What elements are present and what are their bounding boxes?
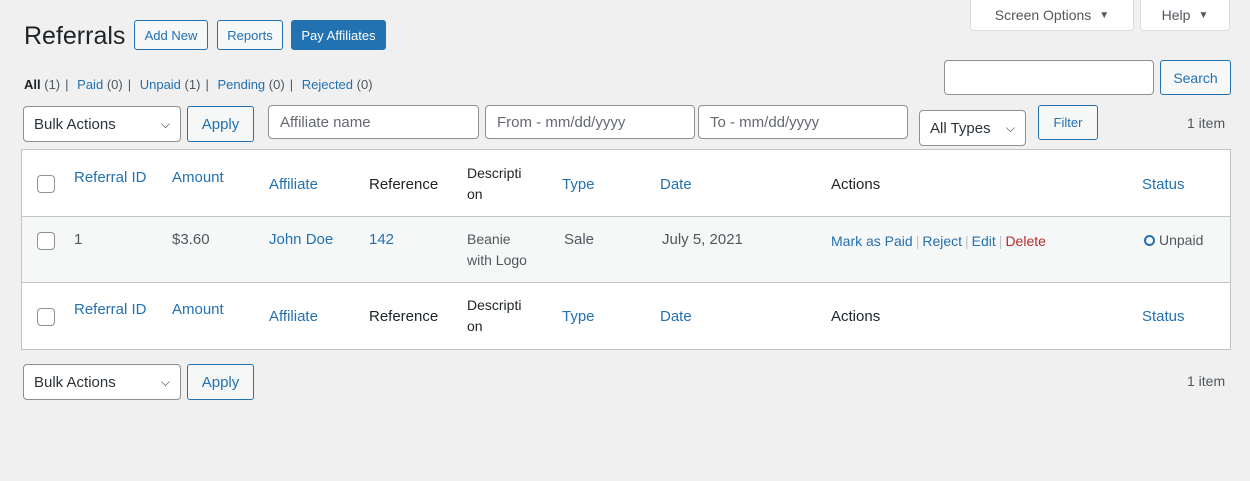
column-description-line1: Descripti: [467, 165, 522, 181]
footer-column-description-line1: Descripti: [467, 297, 522, 313]
to-date-input[interactable]: To - mm/dd/yyyy: [698, 105, 908, 139]
cell-type: Sale: [564, 231, 595, 248]
bulk-actions-bottom-value: Bulk Actions: [34, 373, 116, 391]
column-affiliate[interactable]: Affiliate: [269, 176, 318, 193]
footer-column-date[interactable]: Date: [660, 308, 692, 325]
select-all-checkbox[interactable]: [37, 175, 55, 193]
column-description-line2: on: [467, 186, 483, 202]
item-count-bottom: 1 item: [1187, 373, 1226, 389]
cell-affiliate-link[interactable]: John Doe: [269, 231, 333, 248]
filter-paid-count: (0): [106, 77, 123, 92]
filter-pending-link[interactable]: Pending: [217, 77, 265, 92]
bulk-actions-select[interactable]: Bulk Actions ⌵: [23, 106, 181, 142]
bulk-actions-value: Bulk Actions: [34, 115, 116, 133]
help-tab[interactable]: Help ▼: [1140, 0, 1230, 31]
footer-column-status[interactable]: Status: [1142, 308, 1185, 325]
status-filter-links: All (1) | Paid (0) | Unpaid (1) | Pending (…: [24, 77, 373, 92]
caret-down-icon: ▼: [1099, 9, 1110, 21]
type-select-value: All Types: [930, 119, 991, 137]
filter-all-link[interactable]: All: [24, 77, 41, 92]
footer-column-referral-id[interactable]: Referral ID: [74, 301, 147, 318]
column-date[interactable]: Date: [660, 176, 692, 193]
column-actions: Actions: [831, 176, 881, 193]
bulk-actions-select-bottom[interactable]: Bulk Actions ⌵: [23, 364, 181, 400]
screen-options-tab[interactable]: Screen Options ▼: [970, 0, 1134, 31]
footer-column-description-line2: on: [467, 318, 483, 334]
status-label: Unpaid: [1159, 232, 1204, 248]
screen-options-label: Screen Options: [994, 7, 1092, 23]
cell-description-line1: Beanie: [467, 231, 511, 247]
filter-rejected-count: (0): [356, 77, 373, 92]
filter-button[interactable]: Filter: [1038, 105, 1098, 140]
filter-rejected-link[interactable]: Rejected: [302, 77, 353, 92]
chevron-down-icon: ⌵: [160, 374, 170, 389]
filter-unpaid-link[interactable]: Unpaid: [140, 77, 181, 92]
referrals-table: Referral ID Amount Affiliate Reference D…: [21, 149, 1231, 350]
column-status[interactable]: Status: [1142, 176, 1185, 193]
pay-affiliates-button[interactable]: Pay Affiliates: [291, 20, 386, 50]
footer-column-reference: Reference: [369, 308, 439, 325]
cell-description-line2: with Logo: [467, 252, 527, 268]
filter-all-count: (1): [44, 77, 61, 92]
delete-link[interactable]: Delete: [1005, 233, 1045, 249]
edit-link[interactable]: Edit: [972, 233, 996, 249]
from-date-input[interactable]: From - mm/dd/yyyy: [485, 105, 695, 139]
select-all-checkbox-footer[interactable]: [37, 308, 55, 326]
chevron-down-icon: ⌵: [160, 116, 170, 131]
add-new-button[interactable]: Add New: [134, 20, 208, 50]
cell-reference-link[interactable]: 142: [369, 231, 394, 248]
chevron-down-icon: ⌵: [1005, 120, 1015, 135]
column-reference: Reference: [369, 176, 439, 193]
mark-as-paid-link[interactable]: Mark as Paid: [831, 233, 913, 249]
footer-column-description: Descripti on: [467, 295, 521, 337]
column-type[interactable]: Type: [562, 176, 595, 193]
table-footer-row: Referral ID Amount Affiliate Reference D…: [22, 283, 1230, 349]
search-button[interactable]: Search: [1160, 60, 1231, 95]
footer-column-affiliate[interactable]: Affiliate: [269, 308, 318, 325]
column-referral-id[interactable]: Referral ID: [74, 169, 147, 186]
item-count-top: 1 item: [1187, 115, 1226, 131]
page-title: Referrals: [24, 22, 126, 50]
footer-column-amount[interactable]: Amount: [172, 301, 224, 318]
cell-amount: $3.60: [172, 231, 210, 248]
cell-description: Beanie with Logo: [467, 229, 527, 271]
cell-date: July 5, 2021: [662, 231, 743, 248]
type-select[interactable]: All Types ⌵: [919, 110, 1026, 146]
affiliate-name-input[interactable]: Affiliate name: [268, 105, 479, 139]
reports-button[interactable]: Reports: [217, 20, 283, 50]
filter-unpaid-count: (1): [184, 77, 201, 92]
cell-referral-id: 1: [74, 231, 83, 248]
status-unpaid-icon: [1144, 235, 1155, 246]
help-label: Help: [1161, 7, 1191, 23]
filter-paid-link[interactable]: Paid: [77, 77, 103, 92]
apply-button[interactable]: Apply: [187, 106, 254, 142]
row-checkbox[interactable]: [37, 232, 55, 250]
cell-actions: Mark as Paid | Reject | Edit | Delete: [831, 233, 1046, 249]
column-description: Descripti on: [467, 163, 521, 205]
cell-status: Unpaid: [1144, 232, 1203, 248]
apply-button-bottom[interactable]: Apply: [187, 364, 254, 400]
footer-column-actions: Actions: [831, 308, 881, 325]
table-row: 1 $3.60 John Doe 142 Beanie with Logo Sa…: [22, 217, 1230, 283]
footer-column-type[interactable]: Type: [562, 308, 595, 325]
search-input[interactable]: [944, 60, 1154, 95]
reject-link[interactable]: Reject: [922, 233, 962, 249]
caret-down-icon: ▼: [1198, 9, 1209, 21]
table-header-row: Referral ID Amount Affiliate Reference D…: [22, 150, 1230, 217]
filter-pending-count: (0): [268, 77, 285, 92]
column-amount[interactable]: Amount: [172, 169, 224, 186]
